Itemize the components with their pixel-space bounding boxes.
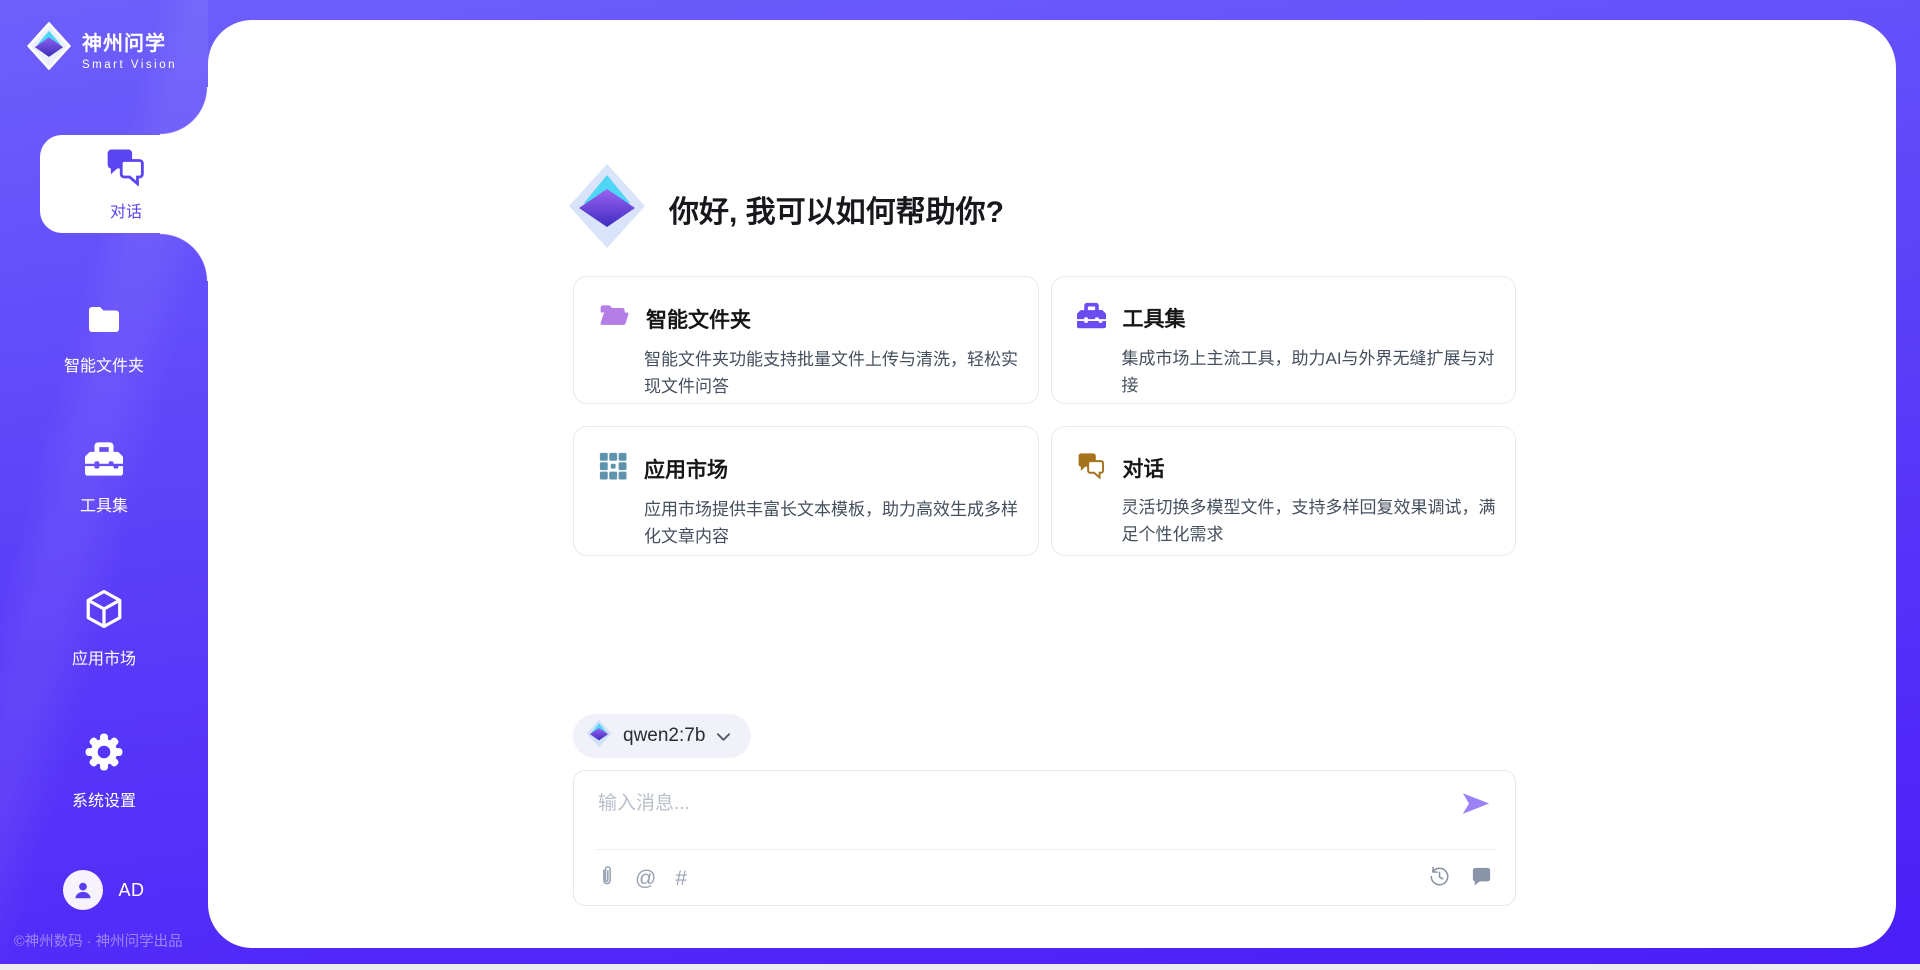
- message-composer: @ #: [573, 770, 1516, 906]
- attach-button[interactable]: [598, 864, 616, 894]
- copyright-text: ©神州数码 · 神州问学出品: [14, 930, 183, 951]
- card-app-market[interactable]: 应用市场 应用市场提供丰富长文本模板，助力高效生成多样化文章内容: [573, 426, 1039, 556]
- hash-icon: #: [675, 867, 687, 891]
- sidebar-item-label: 应用市场: [72, 645, 136, 669]
- toolbox-icon: [1076, 301, 1107, 335]
- chat-icon: [104, 146, 148, 191]
- avatar: [63, 870, 103, 910]
- chevron-down-icon: [716, 729, 731, 747]
- at-icon: @: [635, 867, 656, 891]
- cube-icon: [83, 587, 125, 636]
- mention-button[interactable]: @: [635, 867, 656, 891]
- sidebar-item-settings[interactable]: 系统设置: [0, 731, 208, 811]
- folder-icon: [84, 302, 124, 343]
- history-icon: [1428, 865, 1451, 894]
- greeting: 你好, 我可以如何帮助你?: [567, 162, 1004, 255]
- sidebar-item-label: 工具集: [80, 492, 128, 516]
- composer-left-tools: @ #: [598, 864, 687, 894]
- grid-icon: [598, 451, 628, 486]
- card-title: 应用市场: [644, 454, 728, 484]
- card-description: 灵活切换多模型文件，支持多样回复效果调试，满足个性化需求: [1122, 494, 1498, 548]
- card-chat[interactable]: 对话 灵活切换多模型文件，支持多样回复效果调试，满足个性化需求: [1051, 426, 1517, 556]
- folder-open-icon: [598, 301, 630, 336]
- brand-subtitle: Smart Vision: [82, 59, 177, 71]
- sidebar-item-smart-folder[interactable]: 智能文件夹: [0, 302, 208, 376]
- main-panel: 你好, 我可以如何帮助你? 智能文件夹 智能文件夹功能支持批量文件上传与清洗，轻…: [208, 20, 1896, 948]
- send-icon: [1461, 804, 1491, 819]
- assistant-logo-diamond-icon: [567, 162, 647, 255]
- card-title: 智能文件夹: [646, 304, 751, 334]
- sidebar-item-label: 智能文件夹: [64, 352, 144, 376]
- greeting-text: 你好, 我可以如何帮助你?: [669, 187, 1004, 231]
- card-description: 智能文件夹功能支持批量文件上传与清洗，轻松实现文件问答: [644, 346, 1020, 400]
- chat-icon: [1076, 451, 1107, 484]
- paperclip-icon: [598, 864, 616, 894]
- user-profile[interactable]: AD: [0, 870, 208, 910]
- sidebar-item-label: 对话: [110, 198, 142, 222]
- card-title: 工具集: [1123, 303, 1186, 333]
- send-button[interactable]: [1459, 787, 1493, 823]
- sidebar-item-label: 系统设置: [72, 787, 136, 811]
- composer-right-tools: [1428, 865, 1493, 894]
- brand: 神州问学 Smart Vision: [26, 22, 177, 75]
- card-description: 集成市场上主流工具，助力AI与外界无缝扩展与对接: [1122, 345, 1498, 399]
- feature-cards: 智能文件夹 智能文件夹功能支持批量文件上传与清洗，轻松实现文件问答 工具集 集成…: [573, 276, 1516, 556]
- toolbox-icon: [84, 440, 124, 483]
- card-title: 对话: [1123, 453, 1165, 483]
- composer-divider: [596, 849, 1495, 850]
- sidebar-item-chat-active[interactable]: 对话: [40, 135, 212, 233]
- model-selector[interactable]: qwen2:7b: [573, 714, 751, 758]
- feedback-button[interactable]: [1470, 865, 1493, 894]
- user-label: AD: [118, 880, 144, 901]
- chat-square-icon: [1470, 865, 1493, 894]
- sidebar-item-app-market[interactable]: 应用市场: [0, 587, 208, 669]
- page-bottom-strip: [0, 964, 1920, 970]
- card-description: 应用市场提供丰富长文本模板，助力高效生成多样化文章内容: [644, 496, 1020, 550]
- sidebar-item-toolset[interactable]: 工具集: [0, 440, 208, 516]
- person-icon: [71, 878, 95, 902]
- history-button[interactable]: [1428, 865, 1451, 894]
- topic-button[interactable]: #: [675, 867, 687, 891]
- message-input[interactable]: [598, 787, 1459, 815]
- model-name: qwen2:7b: [623, 725, 705, 747]
- model-logo-diamond-icon: [586, 719, 612, 753]
- card-toolset[interactable]: 工具集 集成市场上主流工具，助力AI与外界无缝扩展与对接: [1051, 276, 1517, 404]
- gear-icon: [83, 731, 125, 778]
- brand-name: 神州问学: [82, 27, 177, 56]
- card-smart-folder[interactable]: 智能文件夹 智能文件夹功能支持批量文件上传与清洗，轻松实现文件问答: [573, 276, 1039, 404]
- brand-logo-diamond-icon: [26, 22, 72, 75]
